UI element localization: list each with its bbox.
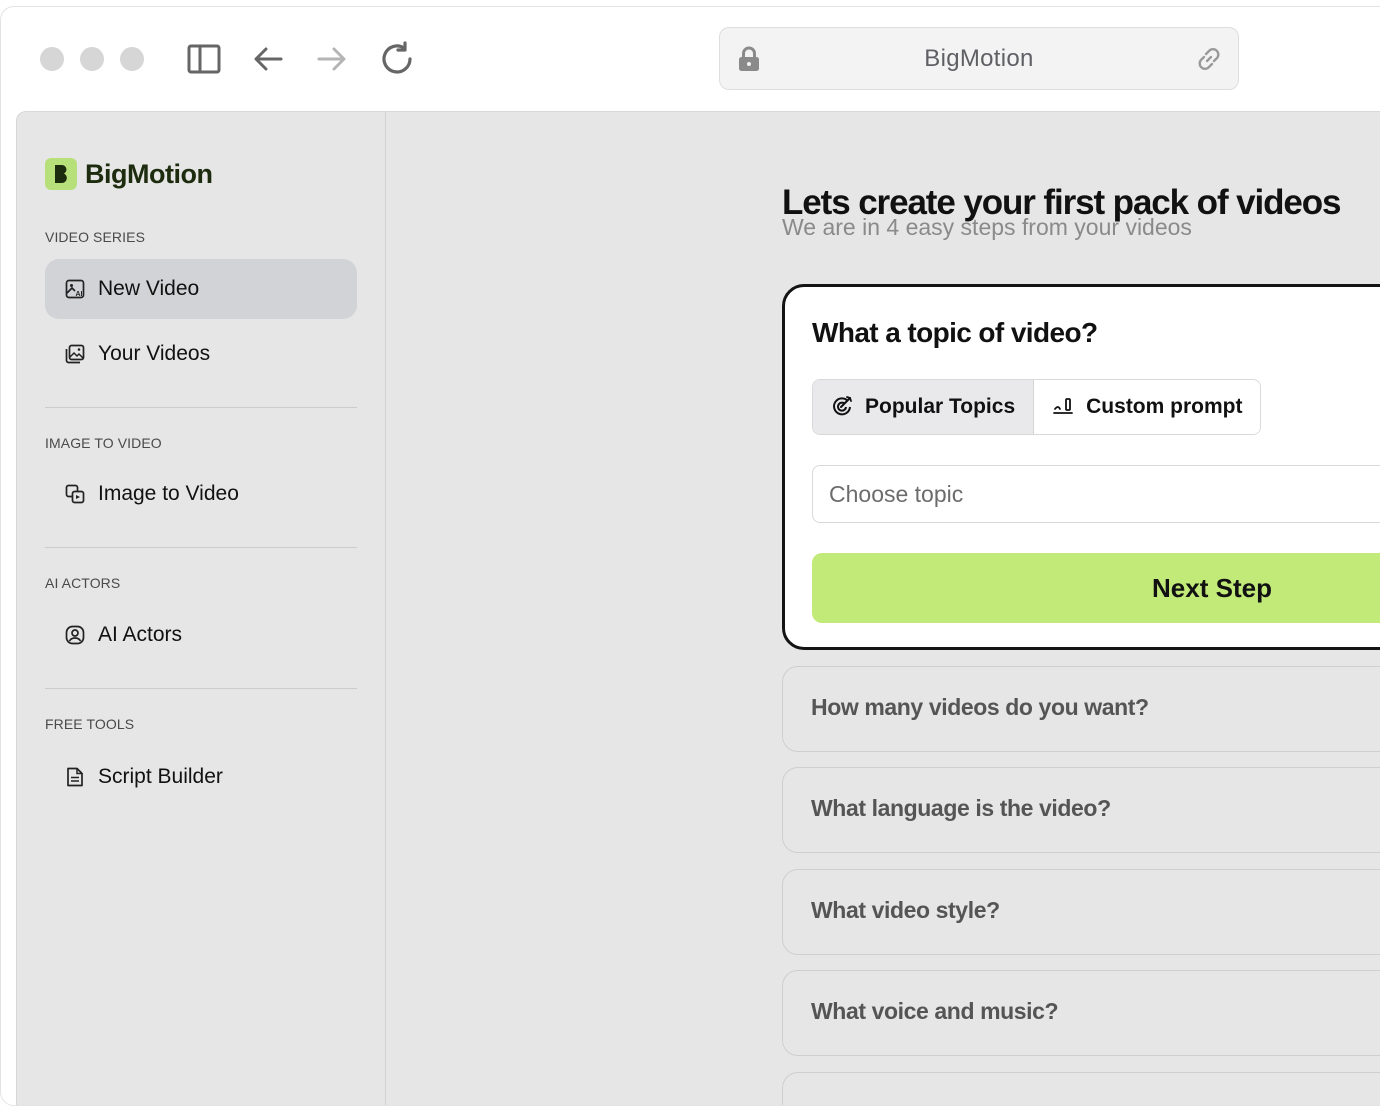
step-label: How many videos do you want?	[811, 694, 1149, 720]
sidebar-item-ai-actors[interactable]: AI Actors	[45, 605, 357, 665]
section-label-ai-actors: AI ACTORS	[45, 575, 121, 591]
sidebar-item-image-to-video[interactable]: Image to Video	[45, 464, 357, 524]
arrow-right-icon[interactable]	[314, 41, 350, 77]
sidebar-item-script-builder[interactable]: Script Builder	[45, 747, 357, 807]
window-minimize-dot[interactable]	[80, 47, 104, 71]
step-voice-music[interactable]: What voice and music?	[782, 970, 1380, 1056]
step-video-style[interactable]: What video style?	[782, 869, 1380, 955]
step-label: What video style?	[811, 897, 1000, 923]
topic-step-title: What a topic of video?	[812, 317, 1098, 348]
app-container: BigMotion VIDEO SERIES AI New Video Your…	[16, 111, 1380, 1105]
window-close-dot[interactable]	[40, 47, 64, 71]
pen-signature-icon	[1052, 396, 1074, 418]
user-circle-icon	[65, 625, 85, 645]
topic-source-toggle: Popular Topics Custom prompt	[812, 379, 1262, 435]
step-video-count[interactable]: How many videos do you want?	[782, 666, 1380, 752]
page-subtitle: We are in 4 easy steps from your videos	[782, 214, 1192, 240]
link-icon[interactable]	[1196, 46, 1222, 77]
brand-logo-icon	[45, 158, 77, 190]
browser-window: BigMotion BigMotion VIDEO SERIES AI New …	[0, 6, 1380, 1106]
gallery-icon	[65, 344, 85, 364]
sidebar-item-your-videos[interactable]: Your Videos	[45, 324, 357, 384]
tab-popular-topics-label: Popular Topics	[865, 395, 1016, 418]
sidebar-item-label: New Video	[98, 277, 200, 300]
document-icon	[65, 767, 85, 787]
window-zoom-dot[interactable]	[120, 47, 144, 71]
section-label-image-to-video: IMAGE TO VIDEO	[45, 435, 162, 451]
topic-input[interactable]	[812, 465, 1380, 523]
sidebar: BigMotion VIDEO SERIES AI New Video Your…	[17, 112, 386, 1105]
sidebar-item-label: Image to Video	[98, 482, 239, 505]
tab-popular-topics[interactable]: Popular Topics	[813, 380, 1035, 434]
brand-name: BigMotion	[85, 158, 213, 189]
arrow-left-icon[interactable]	[250, 41, 286, 77]
tab-custom-prompt-label: Custom prompt	[1086, 395, 1243, 418]
image-convert-icon	[65, 484, 85, 504]
step-label: What voice and music?	[811, 998, 1059, 1024]
reload-icon[interactable]	[379, 41, 415, 77]
image-ai-icon: AI	[65, 279, 85, 299]
step-video-language[interactable]: What language is the video?	[782, 767, 1380, 853]
sidebar-item-label: AI Actors	[98, 623, 183, 646]
sidebar-item-label: Your Videos	[98, 342, 211, 365]
sidebar-item-new-video[interactable]: AI New Video	[45, 259, 357, 319]
sidebar-item-label: Script Builder	[98, 765, 223, 788]
next-step-button[interactable]: Next Step	[812, 553, 1380, 623]
brand[interactable]: BigMotion	[45, 158, 213, 190]
topic-step-card: What a topic of video? Popular Topics Cu…	[782, 284, 1380, 650]
svg-text:AI: AI	[76, 291, 83, 298]
address-url: BigMotion	[924, 44, 1034, 72]
sidebar-toggle-icon[interactable]	[186, 41, 222, 77]
tab-custom-prompt[interactable]: Custom prompt	[1034, 380, 1261, 434]
sidebar-divider	[45, 547, 357, 548]
section-label-free-tools: FREE TOOLS	[45, 716, 135, 732]
browser-toolbar: BigMotion	[1, 7, 1380, 111]
sidebar-divider	[45, 407, 357, 408]
address-bar[interactable]: BigMotion	[719, 27, 1239, 90]
sidebar-divider	[45, 688, 357, 689]
section-label-video-series: VIDEO SERIES	[45, 229, 146, 245]
step-label: What language is the video?	[811, 795, 1111, 821]
sparkle-target-icon	[831, 396, 853, 418]
step-next-collapsed[interactable]	[782, 1072, 1380, 1105]
